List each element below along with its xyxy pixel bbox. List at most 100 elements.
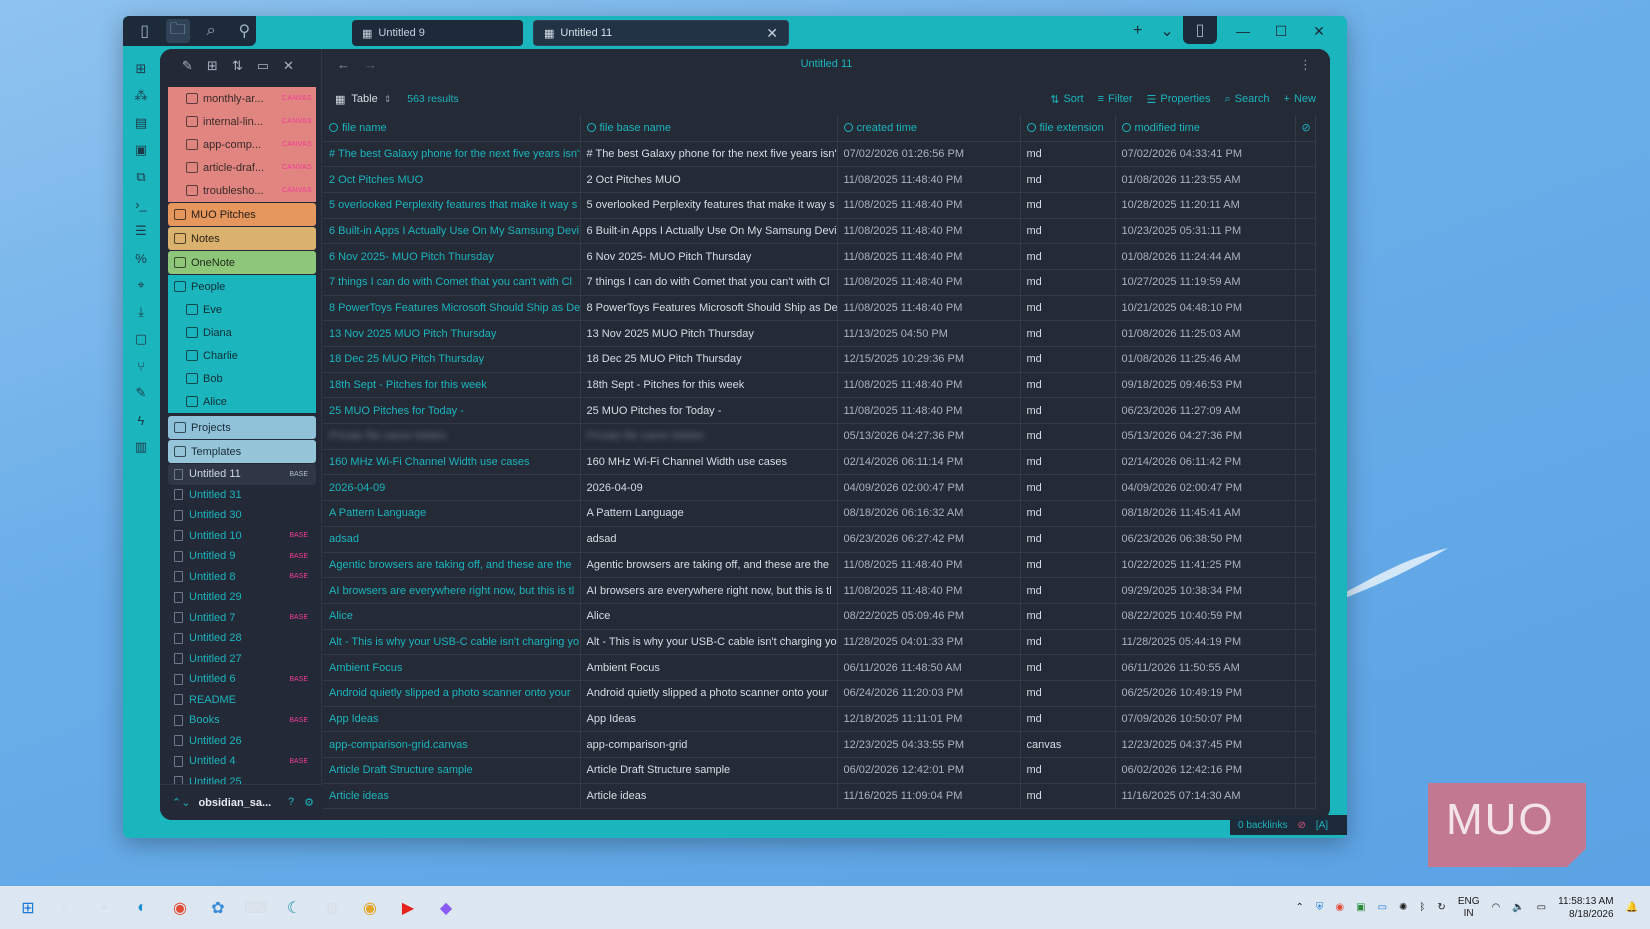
table-cell[interactable]: md: [1020, 577, 1116, 604]
collapse-icon[interactable]: ▭: [257, 58, 269, 74]
table-cell[interactable]: Agentic browsers are taking off, and the…: [580, 552, 838, 579]
table-row[interactable]: Alt - This is why your USB-C cable isn't…: [323, 629, 1316, 656]
file-item[interactable]: README: [168, 690, 316, 711]
table-row[interactable]: Agentic browsers are taking off, and the…: [323, 552, 1316, 579]
sort-button[interactable]: ⇅ Sort: [1050, 93, 1083, 106]
table-cell[interactable]: adsad: [323, 526, 581, 553]
table-row[interactable]: 2 Oct Pitches MUO 2 Oct Pitches MUO 11/08/…: [323, 166, 1316, 193]
table-cell[interactable]: A Pattern Language: [323, 500, 581, 527]
chevron-up-icon[interactable]: ⌃: [1296, 902, 1304, 913]
copy-icon[interactable]: ⧉: [131, 168, 151, 186]
table-cell[interactable]: 06/23/2026 11:27:09 AM: [1115, 397, 1296, 425]
obsidian-icon[interactable]: ◆: [436, 898, 456, 918]
battery-icon[interactable]: ▭: [1537, 902, 1546, 913]
table-row[interactable]: 13 Nov 2025 MUO Pitch Thursday 13 Nov 202…: [323, 320, 1316, 347]
files-tab-icon[interactable]: 🗀: [166, 19, 190, 43]
table-cell[interactable]: 11/08/2025 11:48:40 PM: [837, 269, 1021, 296]
defender-icon[interactable]: ⛨: [1316, 902, 1324, 913]
table-row[interactable]: 7 things I can do with Comet that you ca…: [323, 269, 1316, 296]
map-pin-icon[interactable]: ⌖: [131, 276, 151, 294]
table-cell[interactable]: 6 Built-in Apps I Actually Use On My Sam…: [580, 218, 838, 245]
people-note-item[interactable]: Alice: [168, 390, 316, 413]
close-window-icon[interactable]: ✕: [1301, 16, 1337, 46]
people-note-item[interactable]: Charlie: [168, 344, 316, 367]
table-row[interactable]: Alice Alice 08/22/2025 05:09:46 PM md 08/22/…: [323, 603, 1316, 630]
table-cell[interactable]: 06/02/2026 12:42:01 PM: [837, 757, 1021, 784]
table-row[interactable]: Article Draft Structure sample Article Dr…: [323, 757, 1316, 784]
page-icon[interactable]: ▤: [131, 114, 151, 132]
table-cell[interactable]: md: [1020, 603, 1116, 630]
bluetooth-icon[interactable]: ᛒ: [1419, 902, 1425, 913]
table-cell[interactable]: 6 Built-in Apps I Actually Use On My Sam…: [323, 218, 581, 245]
table-cell[interactable]: 06/25/2026 10:49:19 PM: [1115, 680, 1296, 707]
vault-switcher[interactable]: ⌃⌄ obsidian_sa... ? ⚙: [160, 784, 322, 820]
table-cell[interactable]: 11/08/2025 11:48:40 PM: [837, 243, 1021, 270]
tab-untitled-11[interactable]: ▦ Untitled 11 ✕: [533, 20, 789, 46]
table-cell[interactable]: 2 Oct Pitches MUO: [323, 166, 581, 193]
table-cell[interactable]: md: [1020, 243, 1116, 270]
add-column-icon[interactable]: ⊘: [1295, 115, 1316, 142]
sort-order-icon[interactable]: ⇅: [232, 58, 243, 74]
table-cell[interactable]: 12/18/2025 11:11:01 PM: [837, 706, 1021, 733]
table-cell[interactable]: 10/21/2025 04:48:10 PM: [1115, 295, 1296, 322]
table-cell[interactable]: 10/23/2025 05:31:11 PM: [1115, 218, 1296, 245]
table-cell[interactable]: Android quietly slipped a photo scanner …: [580, 680, 838, 707]
table-cell[interactable]: 07/02/2026 04:33:41 PM: [1115, 141, 1296, 168]
minimize-icon[interactable]: —: [1225, 16, 1261, 46]
table-row[interactable]: # The best Galaxy phone for the next fiv…: [323, 141, 1316, 168]
people-note-item[interactable]: Eve: [168, 298, 316, 321]
table-cell[interactable]: 5 overlooked Perplexity features that ma…: [323, 192, 581, 219]
table-cell[interactable]: 2026-04-09: [323, 474, 581, 502]
table-cell[interactable]: Article Draft Structure sample: [323, 757, 581, 784]
branch-icon[interactable]: ⑂: [131, 357, 151, 375]
file-item[interactable]: Untitled 6 BASE: [168, 669, 316, 690]
folder-templates[interactable]: Templates: [168, 440, 316, 463]
help-icon[interactable]: ?: [288, 796, 294, 809]
table-cell[interactable]: canvas: [1020, 731, 1116, 758]
table-cell[interactable]: 08/18/2026 06:16:32 AM: [837, 500, 1021, 527]
file-item[interactable]: Untitled 8 BASE: [168, 567, 316, 588]
table-cell[interactable]: 13 Nov 2025 MUO Pitch Thursday: [580, 320, 838, 347]
table-cell[interactable]: 13 Nov 2025 MUO Pitch Thursday: [323, 320, 581, 347]
table-cell[interactable]: A Pattern Language: [580, 500, 838, 527]
table-cell[interactable]: 05/13/2026 04:27:36 PM: [1115, 423, 1296, 450]
table-cell[interactable]: 25 MUO Pitches for Today -: [323, 397, 581, 425]
clock[interactable]: 11:58:13 AM 8/18/2026: [1558, 895, 1613, 921]
table-cell[interactable]: 160 MHz Wi-Fi Channel Width use cases: [323, 449, 581, 476]
table-cell[interactable]: Article ideas: [580, 783, 838, 810]
table-cell[interactable]: 06/23/2026 06:38:50 PM: [1115, 526, 1296, 553]
table-cell[interactable]: 02/14/2026 06:11:14 PM: [837, 449, 1021, 476]
notification-bell-icon[interactable]: 🔔: [1626, 902, 1638, 913]
table-cell[interactable]: 12/23/2025 04:37:45 PM: [1115, 731, 1296, 758]
table-cell[interactable]: Private file name hidden: [323, 423, 581, 450]
table-cell[interactable]: 08/18/2026 11:45:41 AM: [1115, 500, 1296, 527]
canvas-file-item[interactable]: article-draf... CANVAS: [168, 156, 316, 179]
table-row[interactable]: app-comparison-grid.canvas app-comparison…: [323, 731, 1316, 758]
table-cell[interactable]: # The best Galaxy phone for the next fiv…: [323, 141, 581, 168]
people-note-item[interactable]: Bob: [168, 367, 316, 390]
table-cell[interactable]: Alice: [323, 603, 581, 630]
table-cell[interactable]: 5 overlooked Perplexity features that ma…: [580, 192, 838, 219]
folder-notes[interactable]: Notes: [168, 227, 316, 250]
table-cell[interactable]: 08/22/2025 10:40:59 PM: [1115, 603, 1296, 630]
table-cell[interactable]: 11/08/2025 11:48:40 PM: [837, 397, 1021, 425]
table-cell[interactable]: md: [1020, 474, 1116, 502]
table-cell[interactable]: md: [1020, 192, 1116, 219]
close-tab-icon[interactable]: ✕: [766, 25, 778, 42]
new-note-icon[interactable]: ✎: [182, 58, 193, 74]
table-row[interactable]: App Ideas App Ideas 12/18/2025 11:11:01 PM…: [323, 706, 1316, 733]
table-cell[interactable]: Android quietly slipped a photo scanner …: [323, 680, 581, 707]
bolt-icon[interactable]: ϟ: [131, 411, 151, 429]
table-row[interactable]: 160 MHz Wi-Fi Channel Width use cases 160…: [323, 449, 1316, 476]
table-cell[interactable]: md: [1020, 449, 1116, 476]
table-cell[interactable]: 12/15/2025 10:29:36 PM: [837, 346, 1021, 373]
table-cell[interactable]: 11/16/2025 07:14:30 AM: [1115, 783, 1296, 810]
folder-projects[interactable]: Projects: [168, 416, 316, 439]
table-cell[interactable]: md: [1020, 141, 1116, 168]
brush-icon[interactable]: ✎: [131, 384, 151, 402]
sync-icon[interactable]: ↻: [1437, 902, 1445, 913]
table-row[interactable]: A Pattern Language A Pattern Language 08/1…: [323, 500, 1316, 527]
table-cell[interactable]: md: [1020, 372, 1116, 399]
table-row[interactable]: adsad adsad 06/23/2026 06:27:42 PM md 06/23/…: [323, 526, 1316, 553]
table-cell[interactable]: 06/24/2026 11:20:03 PM: [837, 680, 1021, 707]
